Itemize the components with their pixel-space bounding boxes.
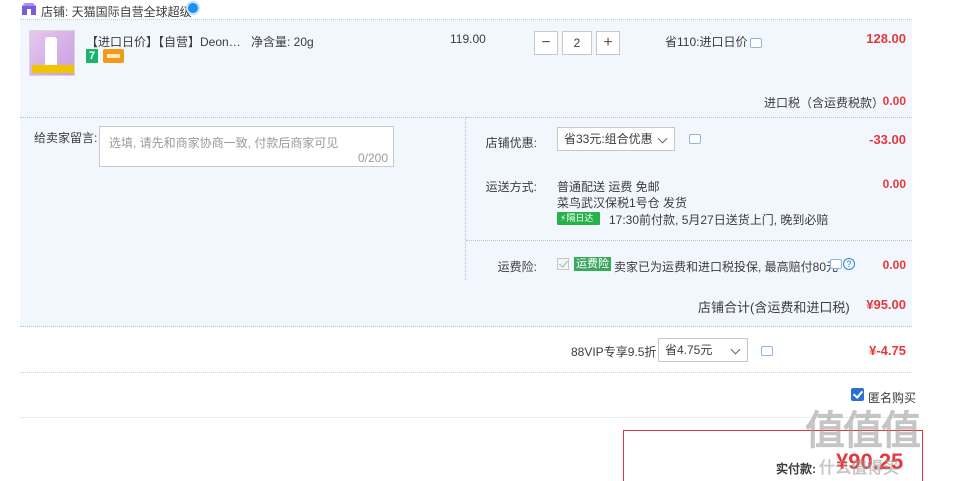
product-net-content: 净含量: 20g <box>251 35 314 49</box>
quantity-increase-button[interactable]: + <box>596 31 620 55</box>
chat-bubble-icon[interactable] <box>186 1 200 15</box>
shop-total-value: ¥95.00 <box>866 297 906 312</box>
comment-icon[interactable] <box>761 346 773 356</box>
vip-discount-select[interactable]: 省4.75元 <box>658 338 748 362</box>
quantity-decrease-button[interactable]: − <box>534 31 558 55</box>
seller-message-count: 0/200 <box>357 151 388 165</box>
shipping-delivery-promise: 17:30前付款, 5月27日送货上门, 晚到必赔 <box>609 213 829 227</box>
vip-discount-row <box>20 328 912 373</box>
shipping-warehouse: 菜鸟武汉保税1号仓 发货 <box>557 196 688 210</box>
watermark-glyphs: 值值值 <box>805 409 921 453</box>
comment-icon[interactable] <box>830 259 842 269</box>
shipping-fee-value: 0.00 <box>882 177 906 191</box>
insurance-badge: 运费险 <box>574 257 611 271</box>
item-total-price: 128.00 <box>866 31 906 46</box>
insurance-value: 0.00 <box>882 258 906 272</box>
vip-discount-label: 88VIP专享9.5折 <box>571 345 657 359</box>
credit-card-icon <box>103 49 124 63</box>
shop-header: 店铺: 天猫国际自营全球超级 <box>20 0 912 20</box>
insurance-checkbox[interactable] <box>557 258 569 270</box>
shop-discount-select[interactable]: 省33元:组合优惠 <box>557 127 675 151</box>
insurance-description: 卖家已为运费和进口税投保, 最高赔付80元 <box>614 260 839 274</box>
divider <box>20 417 912 418</box>
divider <box>466 240 912 241</box>
shop-discount-value: -33.00 <box>869 132 906 147</box>
vip-discount-value: ¥-4.75 <box>869 343 906 358</box>
shop-discount-selected: 省33元:组合优惠 <box>564 132 653 146</box>
watermark-url: 什么值得买 <box>819 460 900 477</box>
shop-discount-label: 店铺优惠: <box>485 136 537 150</box>
site-watermark: 值值值 什么值得买 <box>805 398 945 478</box>
divider <box>466 117 912 118</box>
next-day-badge: ⚡隔日达 <box>557 212 600 225</box>
shop-icon <box>22 3 36 15</box>
comment-icon[interactable] <box>750 38 762 48</box>
product-saving-text: 省110:进口日价 <box>665 35 748 49</box>
seller-message-label: 给卖家留言: <box>34 131 98 145</box>
product-thumbnail[interactable] <box>29 30 75 76</box>
import-tax-value: 0.00 <box>882 94 906 108</box>
seller-message-placeholder: 选填, 请先和商家协商一致, 付款后商家可见 <box>109 136 339 150</box>
unit-price: 119.00 <box>450 32 486 46</box>
comment-icon[interactable] <box>689 134 701 144</box>
shipping-method: 普通配送 运费 免邮 <box>557 180 660 194</box>
shop-name-link[interactable]: 店铺: 天猫国际自营全球超级 <box>41 3 192 20</box>
vip-discount-selected: 省4.75元 <box>665 343 713 357</box>
chevron-down-icon <box>730 344 741 355</box>
quantity-input[interactable]: 2 <box>562 31 592 55</box>
shop-total-label: 店铺合计(含运费和进口税) <box>698 300 850 315</box>
insurance-label: 运费险: <box>497 260 537 274</box>
chevron-down-icon <box>657 133 668 144</box>
product-title-link[interactable]: 【进口日价】【自营】Deonat... <box>86 33 242 50</box>
seven-day-return-badge: 7 <box>86 49 98 63</box>
shipping-label: 运送方式: <box>485 180 537 194</box>
